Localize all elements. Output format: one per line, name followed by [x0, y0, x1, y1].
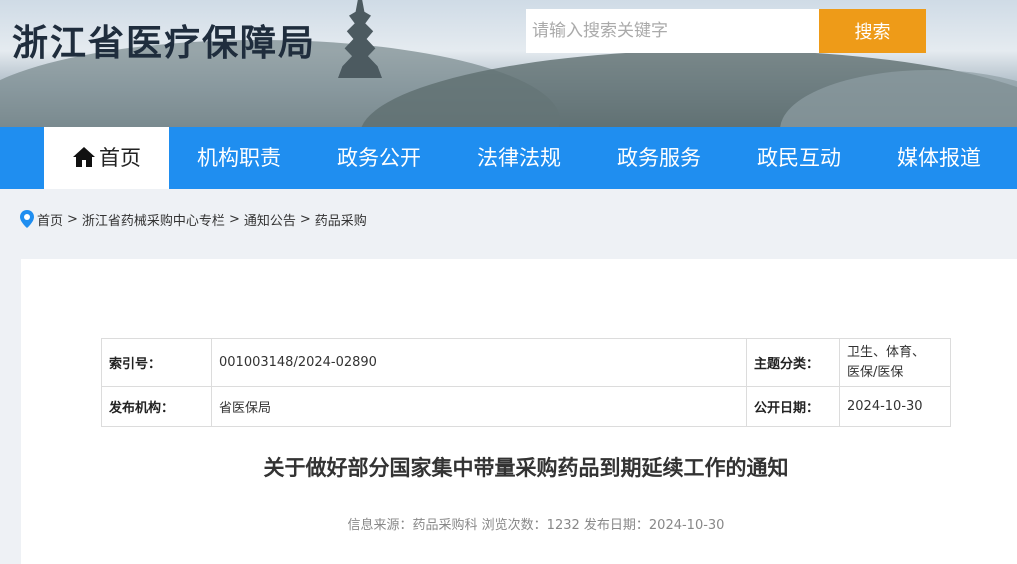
index-value: 001003148/2024-02890 — [211, 338, 747, 387]
main-nav: 首页 机构职责 政务公开 法律法规 政务服务 政民互动 媒体报道 — [0, 127, 1017, 189]
search-button[interactable]: 搜索 — [819, 9, 926, 53]
metadata-row: 发布机构： 省医保局 公开日期： 2024-10-30 — [101, 386, 951, 427]
nav-item-media[interactable]: 媒体报道 — [869, 127, 1009, 189]
nav-item-label: 首页 — [99, 146, 141, 170]
publisher-value: 省医保局 — [211, 386, 747, 427]
nav-item-services[interactable]: 政务服务 — [589, 127, 729, 189]
home-icon — [73, 147, 95, 167]
breadcrumb-home[interactable]: 首页 — [37, 210, 63, 229]
breadcrumb-procurement-center[interactable]: 浙江省药械采购中心专栏 — [82, 210, 225, 229]
breadcrumb-separator: > — [67, 211, 78, 227]
date-label: 公开日期： — [746, 386, 840, 427]
topic-value-line: 卫生、体育、 — [847, 344, 926, 360]
topic-label: 主题分类： — [746, 338, 840, 387]
nav-item-gov-affairs[interactable]: 政务公开 — [309, 127, 449, 189]
breadcrumb-notices[interactable]: 通知公告 — [244, 210, 296, 229]
search-input[interactable] — [526, 9, 819, 53]
breadcrumb: 首页 > 浙江省药械采购中心专栏 > 通知公告 > 药品采购 — [20, 209, 367, 229]
topic-value-line: 医保/医保 — [847, 364, 904, 380]
nav-item-home[interactable]: 首页 — [44, 127, 169, 189]
nav-item-interaction[interactable]: 政民互动 — [729, 127, 869, 189]
location-pin-icon — [20, 210, 34, 228]
metadata-row: 索引号： 001003148/2024-02890 主题分类： 卫生、体育、 医… — [101, 338, 951, 387]
nav-item-institution[interactable]: 机构职责 — [169, 127, 309, 189]
breadcrumb-drug-procurement[interactable]: 药品采购 — [315, 210, 367, 229]
breadcrumb-separator: > — [228, 211, 240, 227]
site-title[interactable]: 浙江省医疗保障局 — [12, 14, 316, 66]
index-label: 索引号： — [101, 338, 212, 387]
metadata-table: 索引号： 001003148/2024-02890 主题分类： 卫生、体育、 医… — [101, 338, 951, 427]
article-info: 信息来源：药品采购科 浏览次数：1232 发布日期：2024-10-30 — [347, 518, 725, 533]
article-title: 关于做好部分国家集中带量采购药品到期延续工作的通知 — [263, 456, 789, 480]
pagoda-image — [338, 0, 382, 78]
topic-value: 卫生、体育、 医保/医保 — [839, 338, 951, 387]
date-value: 2024-10-30 — [839, 386, 951, 427]
publisher-label: 发布机构： — [101, 386, 212, 427]
header-banner: 浙江省医疗保障局 搜索 — [0, 0, 1017, 127]
breadcrumb-separator: > — [299, 211, 311, 227]
nav-item-laws[interactable]: 法律法规 — [449, 127, 589, 189]
